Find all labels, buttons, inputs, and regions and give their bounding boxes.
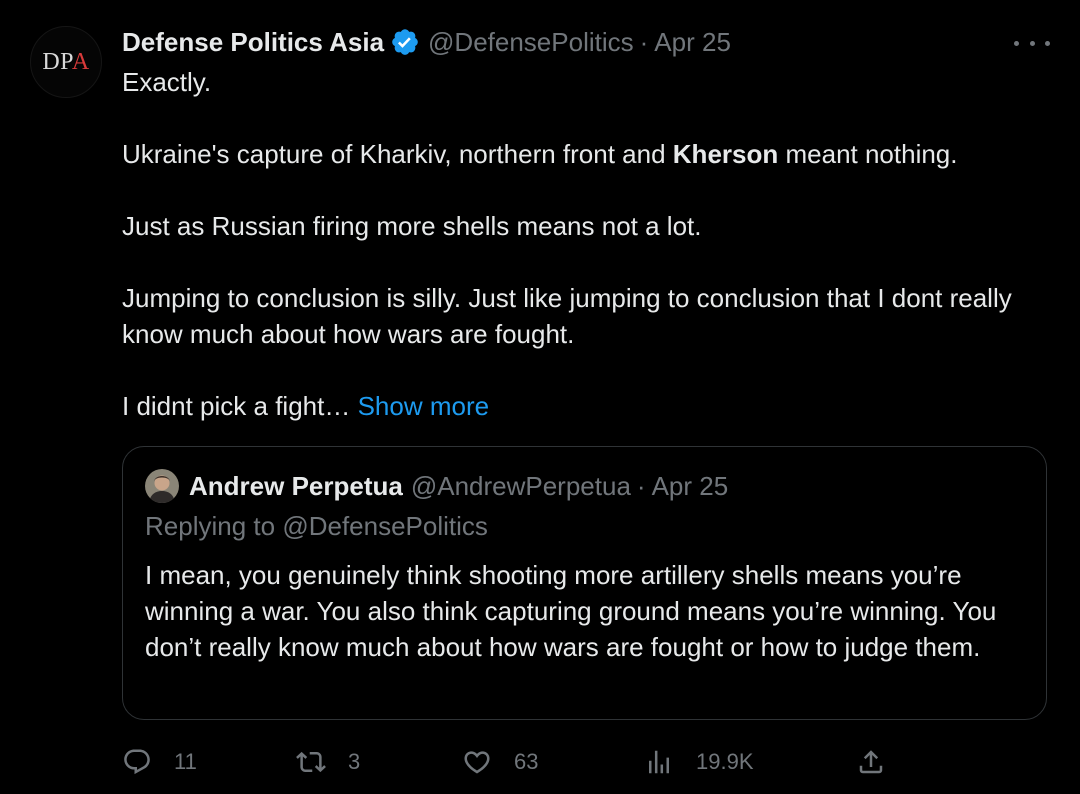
quoted-date[interactable]: Apr 25 <box>652 471 729 502</box>
bold-text: Kherson <box>672 139 779 169</box>
quoted-author-name[interactable]: Andrew Perpetua <box>189 471 403 502</box>
quoted-header: Andrew Perpetua @AndrewPerpetua · Apr 25 <box>189 469 728 503</box>
more-icon-dot <box>1045 40 1050 46</box>
reply-button[interactable]: 11 <box>122 740 197 784</box>
views-count: 19.9K <box>696 749 754 774</box>
quoted-author-avatar[interactable] <box>145 469 179 503</box>
like-button[interactable]: 63 <box>462 740 538 784</box>
like-icon <box>464 751 490 774</box>
tweet-text: Exactly. Ukraine's capture of Kharkiv, n… <box>122 64 1042 424</box>
replying-handle[interactable]: @DefensePolitics <box>282 511 488 541</box>
avatar-photo <box>145 469 179 503</box>
avatar-logo: DPA <box>42 48 90 75</box>
views-icon <box>649 750 669 774</box>
like-count: 63 <box>514 749 539 774</box>
replying-label: Replying to <box>145 511 276 541</box>
tweet-paragraph: Jumping to conclusion is silly. Just lik… <box>122 283 1012 349</box>
tweet-header: Defense Politics Asia @DefensePolitics ·… <box>122 24 731 60</box>
retweet-count: 3 <box>348 749 361 774</box>
author-avatar[interactable]: DPA <box>30 26 102 98</box>
quoted-text: I mean, you genuinely think shooting mor… <box>145 560 997 662</box>
author-handle[interactable]: @DefensePolitics <box>428 27 634 58</box>
views-button[interactable]: 19.9K <box>644 740 754 784</box>
tweet-date[interactable]: Apr 25 <box>654 27 731 58</box>
quoted-author-handle[interactable]: @AndrewPerpetua <box>411 471 631 502</box>
more-options-button[interactable] <box>1014 30 1050 56</box>
replying-to: Replying to @DefensePolitics <box>145 511 488 542</box>
reply-icon <box>124 749 150 775</box>
tweet-actions: 11 3 63 19.9K <box>0 740 1080 784</box>
tweet-paragraph: Exactly. <box>122 67 212 97</box>
tweet-paragraph: Just as Russian firing more shells means… <box>122 211 702 241</box>
retweet-button[interactable]: 3 <box>296 740 360 784</box>
reply-count: 11 <box>174 749 197 774</box>
author-name[interactable]: Defense Politics Asia <box>122 27 384 58</box>
more-icon-dot <box>1014 40 1019 46</box>
header-separator: · <box>639 26 649 57</box>
more-icon-dot <box>1029 40 1035 46</box>
retweet-icon <box>296 751 326 773</box>
verified-badge-icon <box>392 29 418 55</box>
quoted-separator: · <box>636 470 646 501</box>
quoted-tweet[interactable]: Andrew Perpetua @AndrewPerpetua · Apr 25… <box>122 446 1047 720</box>
show-more-link[interactable]: Show more <box>358 391 490 421</box>
share-button[interactable] <box>856 740 886 784</box>
tweet-paragraph: Ukraine's capture of Kharkiv, northern f… <box>122 139 958 169</box>
share-icon <box>859 750 883 774</box>
tweet-paragraph: I didnt pick a fight… Show more <box>122 391 490 421</box>
